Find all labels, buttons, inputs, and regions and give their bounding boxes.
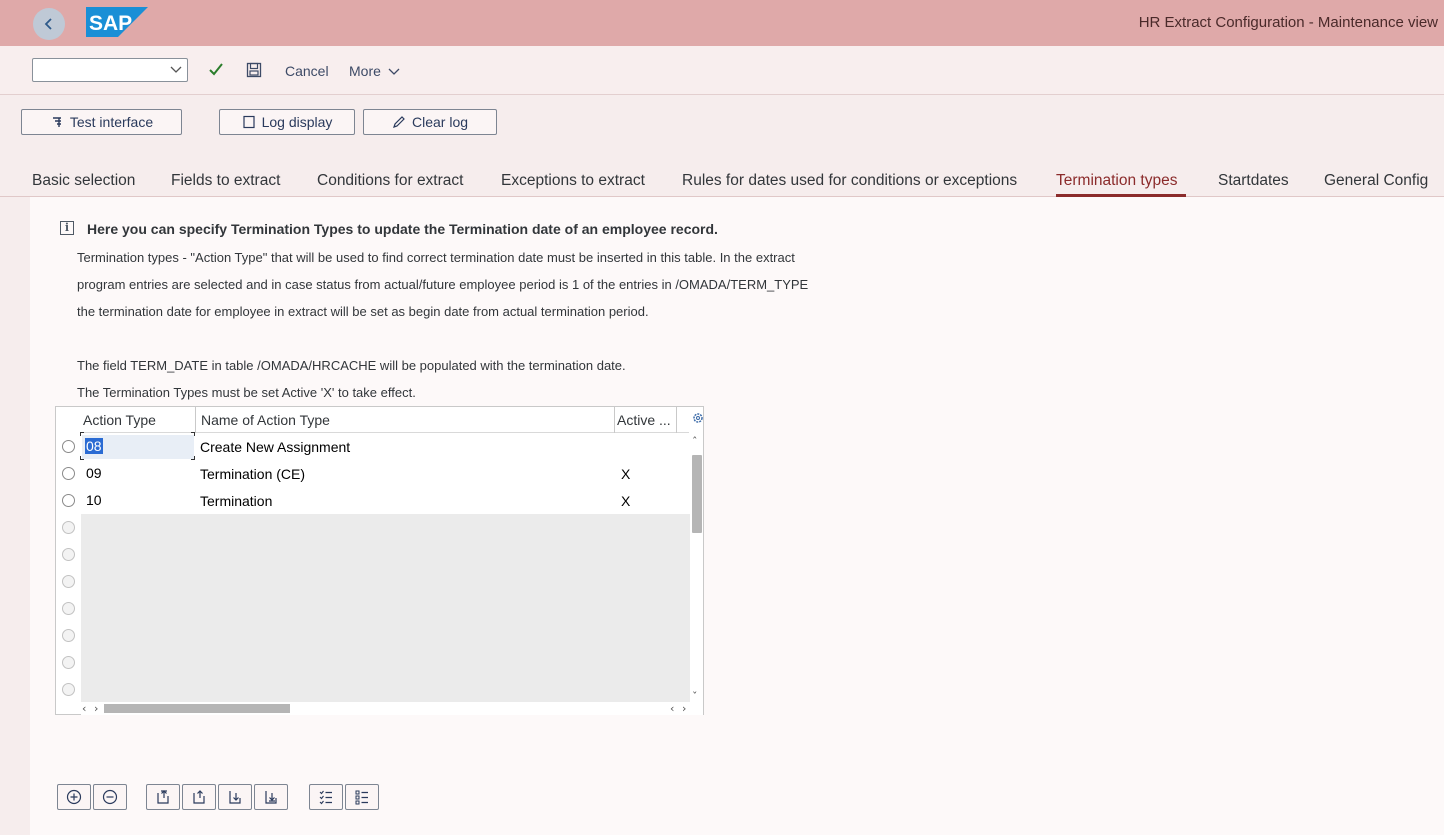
clear-log-button[interactable]: Clear log — [363, 109, 497, 135]
info-line: program entries are selected and in case… — [77, 277, 809, 292]
row-selector[interactable] — [62, 683, 75, 696]
info-heading: Here you can specify Termination Types t… — [87, 221, 718, 237]
save-icon[interactable] — [246, 62, 262, 78]
action-type-input[interactable]: 09 — [86, 465, 102, 481]
more-label: More — [349, 63, 381, 79]
tab-exceptions-to-extract[interactable]: Exceptions to extract — [501, 172, 645, 190]
checkmark-icon[interactable] — [208, 61, 224, 77]
action-type-name: Termination (CE) — [200, 466, 306, 482]
vertical-scrollbar[interactable]: ˆ ˇ — [691, 433, 703, 715]
sap-logo: SAP — [86, 7, 148, 40]
info-line: Termination types - "Action Type" that w… — [77, 250, 795, 265]
tab-termination-types[interactable]: Termination types — [1056, 172, 1177, 190]
horizontal-scrollbar[interactable]: ‹ › ‹ › — [81, 702, 691, 715]
variant-select[interactable] — [32, 58, 188, 82]
scroll-up-icon[interactable]: ˆ — [692, 436, 698, 447]
tab-startdates[interactable]: Startdates — [1218, 172, 1289, 190]
svg-text:SAP: SAP — [89, 12, 132, 35]
row-selector[interactable] — [62, 575, 75, 588]
move-up-button[interactable] — [182, 784, 216, 810]
select-all-button[interactable] — [309, 784, 343, 810]
termination-types-table: Action Type Name of Action Type Active .… — [55, 406, 704, 715]
tab-rules-for-dates[interactable]: Rules for dates used for conditions or e… — [682, 172, 1017, 190]
shell-header: SAP HR Extract Configuration - Maintenan… — [0, 0, 1444, 46]
toolbar: Cancel More — [0, 46, 1444, 95]
scroll-left-icon[interactable]: ‹ — [670, 703, 674, 714]
scroll-right-icon[interactable]: › — [94, 703, 98, 714]
tab-bar: Basic selection Fields to extract Condit… — [0, 166, 1444, 197]
move-down-button[interactable] — [218, 784, 252, 810]
action-type-name: Create New Assignment — [200, 439, 351, 455]
test-interface-icon — [52, 117, 61, 127]
back-arrow-icon — [44, 18, 52, 30]
info-icon: i — [60, 221, 74, 235]
action-type-value: 08 — [85, 438, 103, 454]
table-header: Action Type Name of Action Type Active .… — [80, 407, 689, 433]
back-button[interactable] — [33, 8, 65, 40]
row-selector[interactable] — [62, 494, 75, 507]
clear-log-label: Clear log — [411, 114, 469, 130]
row-selector[interactable] — [62, 548, 75, 561]
remove-row-button[interactable] — [93, 784, 127, 810]
chevron-down-icon — [388, 68, 400, 76]
column-header-name[interactable]: Name of Action Type — [201, 412, 330, 428]
horizontal-scroll-thumb[interactable] — [104, 704, 290, 713]
move-up-icon — [193, 790, 205, 804]
row-selector[interactable] — [62, 629, 75, 642]
move-top-icon — [157, 790, 169, 804]
more-button[interactable]: More — [349, 63, 401, 79]
deselect-all-button[interactable] — [345, 784, 379, 810]
table-empty-area — [81, 514, 690, 702]
row-selector[interactable] — [62, 602, 75, 615]
tab-fields-to-extract[interactable]: Fields to extract — [171, 172, 280, 190]
scroll-down-icon[interactable]: ˇ — [692, 691, 698, 702]
row-selector[interactable] — [62, 521, 75, 534]
move-bottom-icon — [265, 791, 277, 804]
log-display-label: Log display — [261, 114, 333, 130]
log-display-button[interactable]: Log display — [219, 109, 355, 135]
tab-basic-selection[interactable]: Basic selection — [32, 172, 135, 190]
action-type-input[interactable]: 08 — [85, 438, 103, 454]
active-flag[interactable]: X — [621, 493, 630, 509]
deselect-all-icon — [355, 790, 368, 805]
page-title: HR Extract Configuration - Maintenance v… — [1138, 14, 1438, 31]
vertical-scroll-thumb[interactable] — [692, 455, 702, 533]
action-type-input[interactable]: 10 — [86, 492, 102, 508]
scroll-left-icon[interactable]: ‹ — [82, 703, 86, 714]
pencil-icon — [393, 116, 405, 128]
row-selector[interactable] — [62, 467, 75, 480]
move-down-icon — [229, 791, 241, 804]
scroll-right-icon[interactable]: › — [682, 703, 686, 714]
action-type-name: Termination — [200, 493, 273, 509]
tab-conditions-for-extract[interactable]: Conditions for extract — [317, 172, 463, 190]
test-interface-label: Test interface — [69, 114, 154, 130]
active-flag[interactable]: X — [621, 466, 630, 482]
move-top-button[interactable] — [146, 784, 180, 810]
tab-general-config[interactable]: General Config — [1324, 172, 1428, 190]
log-display-icon — [242, 115, 255, 129]
test-interface-button[interactable]: Test interface — [21, 109, 182, 135]
table-settings-icon[interactable] — [692, 412, 704, 424]
move-bottom-button[interactable] — [254, 784, 288, 810]
column-header-action-type[interactable]: Action Type — [83, 412, 156, 428]
info-line: the termination date for employee in ext… — [77, 304, 649, 319]
info-line: The Termination Types must be set Active… — [77, 385, 416, 400]
info-line: The field TERM_DATE in table /OMADA/HRCA… — [77, 358, 626, 373]
select-all-icon — [319, 790, 332, 805]
row-selector[interactable] — [62, 656, 75, 669]
add-row-button[interactable] — [57, 784, 91, 810]
column-header-active[interactable]: Active ... — [617, 412, 671, 428]
chevron-down-icon — [170, 66, 182, 73]
add-row-icon — [66, 789, 82, 805]
remove-row-icon — [102, 789, 118, 805]
row-selector[interactable] — [62, 440, 75, 453]
cancel-button[interactable]: Cancel — [285, 63, 329, 79]
